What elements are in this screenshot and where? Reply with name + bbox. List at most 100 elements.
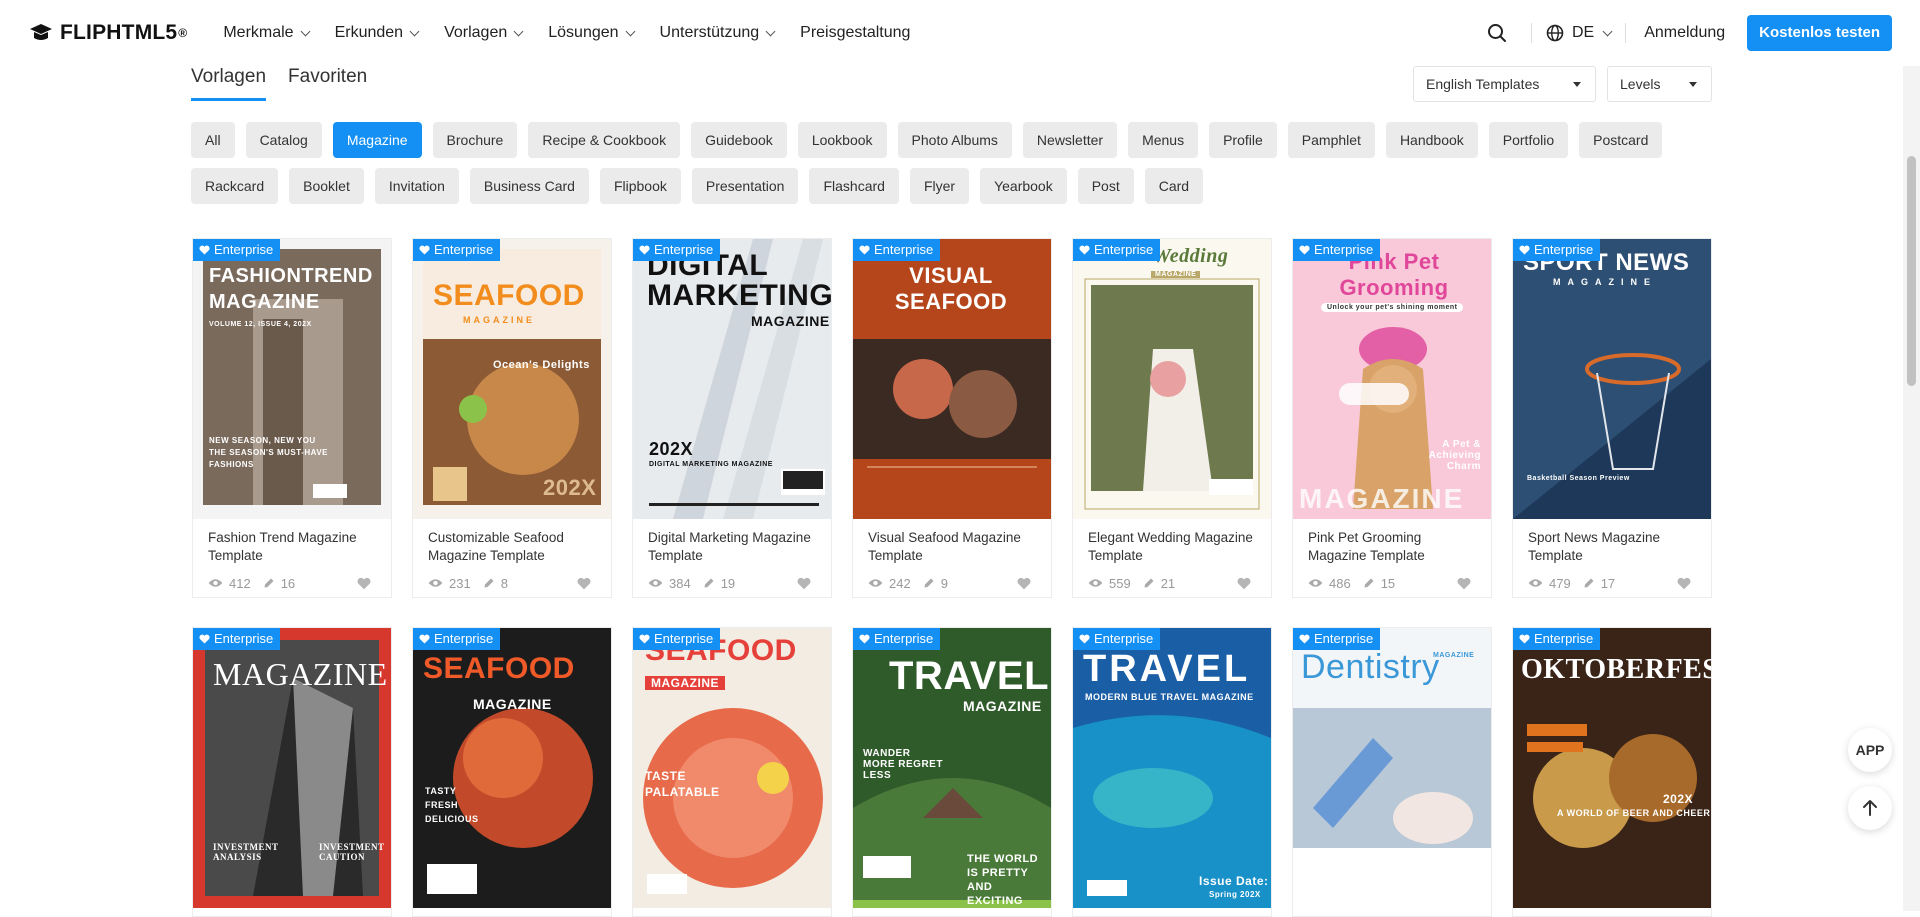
cover-subhead: INVESTMENT ANALYSIS bbox=[213, 842, 279, 862]
category-chip[interactable]: Yearbook bbox=[980, 168, 1067, 204]
category-chip[interactable]: Flyer bbox=[909, 168, 970, 204]
category-chip[interactable]: Post bbox=[1077, 168, 1134, 204]
page-scrollbar[interactable] bbox=[1903, 66, 1920, 911]
free-trial-button[interactable]: Kostenlos testen bbox=[1747, 15, 1892, 51]
tab-vorlagen[interactable]: Vorlagen bbox=[191, 66, 267, 101]
template-cover[interactable]: FASHIONTREND MAGAZINE VOLUME 12, ISSUE 4… bbox=[193, 239, 391, 519]
template-card[interactable]: Wedding MAGAZINE Enterprise Elegant Wedd… bbox=[1072, 238, 1272, 598]
template-cover[interactable]: SEAFOOD MAGAZINE TASTY FRESH DELICIOUS E… bbox=[413, 628, 611, 908]
category-chip[interactable]: Portfolio bbox=[1488, 122, 1569, 158]
logo-registered-mark: ® bbox=[178, 26, 188, 40]
search-icon[interactable] bbox=[1477, 13, 1517, 53]
category-chip[interactable]: Handbook bbox=[1385, 122, 1478, 158]
heart-icon bbox=[639, 634, 650, 644]
template-card[interactable]: Dentistry MAGAZINE Enterprise bbox=[1292, 627, 1492, 917]
heart-icon bbox=[199, 245, 210, 255]
category-chip[interactable]: Postcard bbox=[1579, 122, 1663, 158]
template-card[interactable]: OKTOBERFEST 202X A WORLD OF BEER AND CHE… bbox=[1512, 627, 1712, 917]
category-chip[interactable]: Profile bbox=[1209, 122, 1277, 158]
category-chip[interactable]: Flashcard bbox=[809, 168, 899, 204]
category-chip[interactable]: Presentation bbox=[691, 168, 799, 204]
category-chip[interactable]: Recipe & Cookbook bbox=[528, 122, 681, 158]
category-chip[interactable]: Rackcard bbox=[191, 168, 279, 204]
template-card[interactable]: FASHIONTREND MAGAZINE VOLUME 12, ISSUE 4… bbox=[192, 238, 392, 598]
template-cover[interactable]: VISUAL SEAFOOD Enterprise bbox=[853, 239, 1051, 519]
template-title[interactable]: Sport News Magazine Template bbox=[1513, 519, 1711, 565]
category-chip[interactable]: Brochure bbox=[432, 122, 518, 158]
nav-item-unterstuetzung[interactable]: Unterstützung bbox=[660, 24, 776, 42]
view-count: 384 bbox=[669, 575, 691, 591]
heart-icon bbox=[639, 245, 650, 255]
heart-favorite-icon[interactable] bbox=[1017, 577, 1031, 590]
app-download-button[interactable]: APP bbox=[1848, 728, 1892, 772]
levels-filter-select[interactable]: Levels bbox=[1607, 66, 1712, 102]
heart-favorite-icon[interactable] bbox=[1457, 577, 1471, 590]
category-chip[interactable]: Invitation bbox=[374, 168, 459, 204]
template-card[interactable]: SEAFOOD MAGAZINE TASTE PALATABLE Enterpr… bbox=[632, 627, 832, 917]
category-chip[interactable]: Menus bbox=[1128, 122, 1199, 158]
template-card[interactable]: VISUAL SEAFOOD Enterprise Visual Seafood… bbox=[852, 238, 1052, 598]
template-cover[interactable]: Dentistry MAGAZINE Enterprise bbox=[1293, 628, 1491, 908]
template-title[interactable]: Fashion Trend Magazine Template bbox=[193, 519, 391, 565]
heart-favorite-icon[interactable] bbox=[797, 577, 811, 590]
template-card[interactable]: SEAFOOD MAGAZINE TASTY FRESH DELICIOUS E… bbox=[412, 627, 612, 917]
cover-subhead: MAGAZINE bbox=[463, 315, 535, 325]
template-card[interactable]: SEAFOOD MAGAZINE Ocean's Delights 202X E… bbox=[412, 238, 612, 598]
template-title[interactable]: Elegant Wedding Magazine Template bbox=[1073, 519, 1271, 565]
template-cover[interactable]: DIGITAL MARKETING MAGAZINE 202X DIGITAL … bbox=[633, 239, 831, 519]
category-chip[interactable]: Flipbook bbox=[599, 168, 681, 204]
heart-favorite-icon[interactable] bbox=[357, 577, 371, 590]
nav-item-preisgestaltung[interactable]: Preisgestaltung bbox=[800, 24, 910, 42]
enterprise-badge: Enterprise bbox=[1293, 239, 1381, 261]
template-title[interactable]: Customizable Seafood Magazine Template bbox=[413, 519, 611, 565]
template-card[interactable]: Pink Pet Grooming Unlock your pet's shin… bbox=[1292, 238, 1492, 598]
template-card[interactable]: TRAVEL MODERN BLUE TRAVEL MAGAZINE Issue… bbox=[1072, 627, 1272, 917]
category-chip-active[interactable]: Magazine bbox=[332, 122, 422, 158]
template-title[interactable]: Digital Marketing Magazine Template bbox=[633, 519, 831, 565]
header-actions: DE Anmeldung Kostenlos testen bbox=[1477, 0, 1892, 66]
category-chip[interactable]: All bbox=[191, 122, 235, 158]
nav-item-loesungen[interactable]: Lösungen bbox=[548, 24, 635, 42]
category-chip[interactable]: Business Card bbox=[469, 168, 589, 204]
heart-favorite-icon[interactable] bbox=[577, 577, 591, 590]
back-to-top-button[interactable] bbox=[1848, 786, 1892, 830]
template-card[interactable]: MAGAZINE INVESTMENT ANALYSIS INVESTMENT … bbox=[192, 627, 392, 917]
language-selector[interactable]: DE bbox=[1546, 24, 1613, 42]
heart-favorite-icon[interactable] bbox=[1237, 577, 1251, 590]
category-chip[interactable]: Photo Albums bbox=[897, 122, 1012, 158]
category-chip[interactable]: Pamphlet bbox=[1287, 122, 1375, 158]
template-title[interactable]: Pink Pet Grooming Magazine Template bbox=[1293, 519, 1491, 565]
template-cover[interactable]: MAGAZINE INVESTMENT ANALYSIS INVESTMENT … bbox=[193, 628, 391, 908]
category-chip[interactable]: Newsletter bbox=[1022, 122, 1118, 158]
scrollbar-thumb[interactable] bbox=[1907, 156, 1916, 386]
category-chip[interactable]: Lookbook bbox=[797, 122, 887, 158]
cover-subhead: MAGAZINE bbox=[963, 698, 1042, 714]
category-chip[interactable]: Catalog bbox=[245, 122, 322, 158]
template-cover[interactable]: TRAVEL MAGAZINE WANDER MORE REGRET LESS … bbox=[853, 628, 1051, 908]
template-cover[interactable]: SPORT NEWS MAGAZINE Basketball Season Pr… bbox=[1513, 239, 1711, 519]
template-cover[interactable]: SEAFOOD MAGAZINE Ocean's Delights 202X E… bbox=[413, 239, 611, 519]
template-card[interactable]: DIGITAL MARKETING MAGAZINE 202X DIGITAL … bbox=[632, 238, 832, 598]
template-title[interactable]: Visual Seafood Magazine Template bbox=[853, 519, 1051, 565]
login-link[interactable]: Anmeldung bbox=[1644, 24, 1725, 42]
tab-favoriten[interactable]: Favoriten bbox=[288, 66, 367, 101]
template-cover[interactable]: OKTOBERFEST 202X A WORLD OF BEER AND CHE… bbox=[1513, 628, 1711, 908]
enterprise-badge: Enterprise bbox=[1073, 628, 1161, 650]
category-chip[interactable]: Card bbox=[1144, 168, 1204, 204]
template-card[interactable]: SPORT NEWS MAGAZINE Basketball Season Pr… bbox=[1512, 238, 1712, 598]
nav-item-merkmale[interactable]: Merkmale bbox=[223, 24, 311, 42]
language-filter-select[interactable]: English Templates bbox=[1413, 66, 1596, 102]
category-chip[interactable]: Guidebook bbox=[691, 122, 787, 158]
cover-footer: THE WORLD IS PRETTY AND EXCITING bbox=[967, 853, 1039, 907]
template-cover[interactable]: SEAFOOD MAGAZINE TASTE PALATABLE Enterpr… bbox=[633, 628, 831, 908]
template-cover[interactable]: TRAVEL MODERN BLUE TRAVEL MAGAZINE Issue… bbox=[1073, 628, 1271, 908]
nav-item-vorlagen[interactable]: Vorlagen bbox=[444, 24, 524, 42]
template-card[interactable]: TRAVEL MAGAZINE WANDER MORE REGRET LESS … bbox=[852, 627, 1052, 917]
template-cover[interactable]: Pink Pet Grooming Unlock your pet's shin… bbox=[1293, 239, 1491, 519]
logo[interactable]: FLIPHTML5 ® bbox=[28, 21, 187, 45]
nav-item-erkunden[interactable]: Erkunden bbox=[335, 24, 420, 42]
template-cover[interactable]: Wedding MAGAZINE Enterprise bbox=[1073, 239, 1271, 519]
category-chip[interactable]: Booklet bbox=[289, 168, 364, 204]
heart-favorite-icon[interactable] bbox=[1677, 577, 1691, 590]
cover-subhead: 202X bbox=[1663, 792, 1694, 806]
